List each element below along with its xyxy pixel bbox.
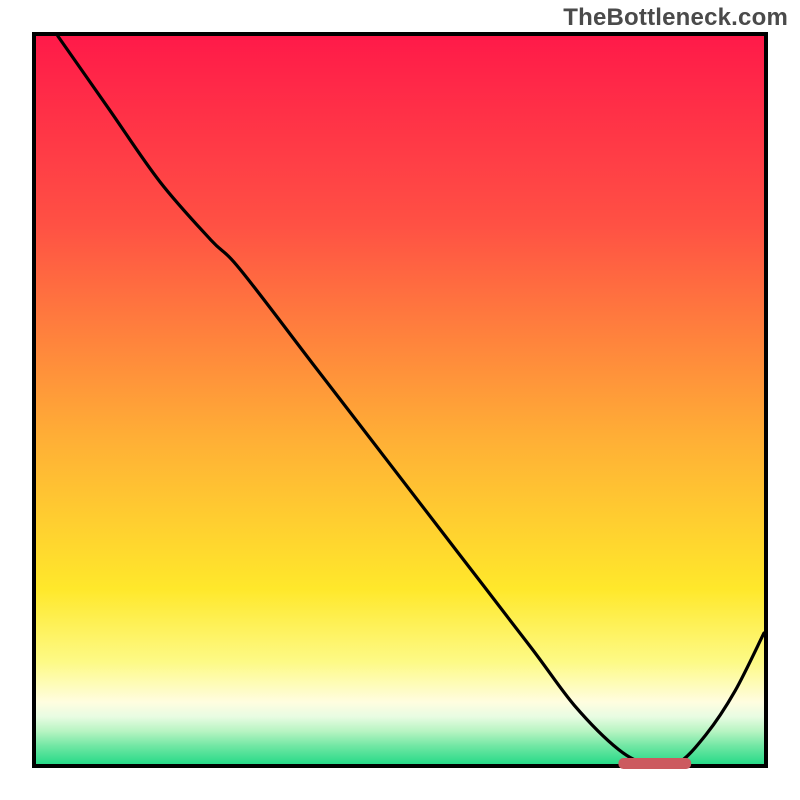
chart-stage: TheBottleneck.com (0, 0, 800, 800)
plot-background (36, 36, 764, 764)
bottleneck-chart (0, 0, 800, 800)
optimal-marker (618, 758, 691, 769)
watermark-text: TheBottleneck.com (563, 4, 788, 32)
